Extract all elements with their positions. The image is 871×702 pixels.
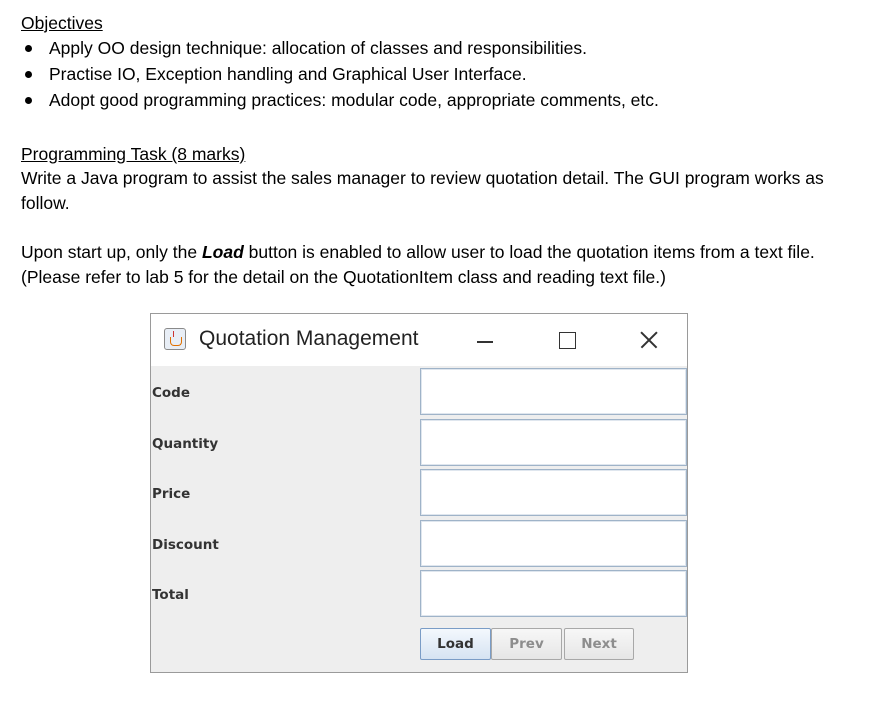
task-section: Programming Task (8 marks) Write a Java … [21, 143, 861, 216]
total-label: Total [152, 587, 189, 603]
load-button[interactable]: Load [420, 628, 491, 660]
quantity-label: Quantity [152, 436, 219, 452]
code-label: Code [152, 385, 191, 401]
task-intro: Write a Java program to assist the sales… [21, 168, 824, 213]
startup-text-before: Upon start up, only the [21, 242, 202, 262]
window-content: Code Quantity Price Discount Total Load … [151, 366, 687, 672]
objective-item: Apply OO design technique: allocation of… [21, 35, 861, 61]
window-titlebar[interactable]: Quotation Management [151, 314, 687, 366]
objective-item: Practise IO, Exception handling and Grap… [21, 61, 861, 87]
minimize-icon[interactable] [463, 324, 503, 356]
discount-label: Discount [152, 537, 219, 553]
code-field[interactable] [420, 368, 687, 415]
next-button[interactable]: Next [564, 628, 634, 660]
price-field[interactable] [420, 469, 687, 516]
close-icon[interactable] [629, 324, 669, 356]
window-title: Quotation Management [199, 327, 419, 350]
prev-button[interactable]: Prev [491, 628, 562, 660]
objective-item: Adopt good programming practices: modula… [21, 87, 861, 113]
objectives-list: Apply OO design technique: allocation of… [21, 35, 861, 113]
objectives-section: Objectives Apply OO design technique: al… [21, 12, 861, 113]
quantity-field[interactable] [420, 419, 687, 466]
maximize-icon[interactable] [547, 324, 587, 356]
total-field[interactable] [420, 570, 687, 617]
objectives-heading: Objectives [21, 13, 103, 33]
load-emphasis: Load [201, 242, 244, 262]
task-heading: Programming Task (8 marks) [21, 144, 246, 164]
java-coffee-icon [164, 328, 186, 350]
discount-field[interactable] [420, 520, 687, 567]
startup-paragraph: Upon start up, only the Load button is e… [21, 240, 861, 290]
price-label: Price [152, 486, 191, 502]
quotation-window: Quotation Management Code Quantity Price… [150, 313, 688, 673]
